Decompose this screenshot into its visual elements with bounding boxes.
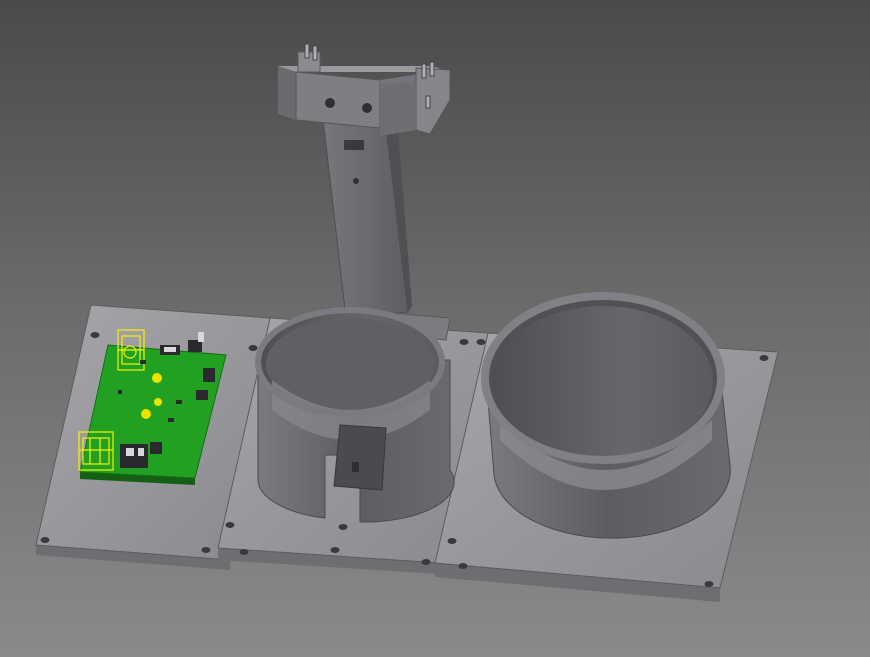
- 3d-viewport[interactable]: [0, 0, 870, 657]
- arm-hole-2-icon: [362, 103, 372, 113]
- arm-hole-1-icon: [325, 98, 335, 108]
- arm-slot-icon: [344, 140, 364, 150]
- cad-model-render: [35, 43, 779, 602]
- stand-arm: [278, 43, 451, 341]
- large-cup: [481, 292, 731, 539]
